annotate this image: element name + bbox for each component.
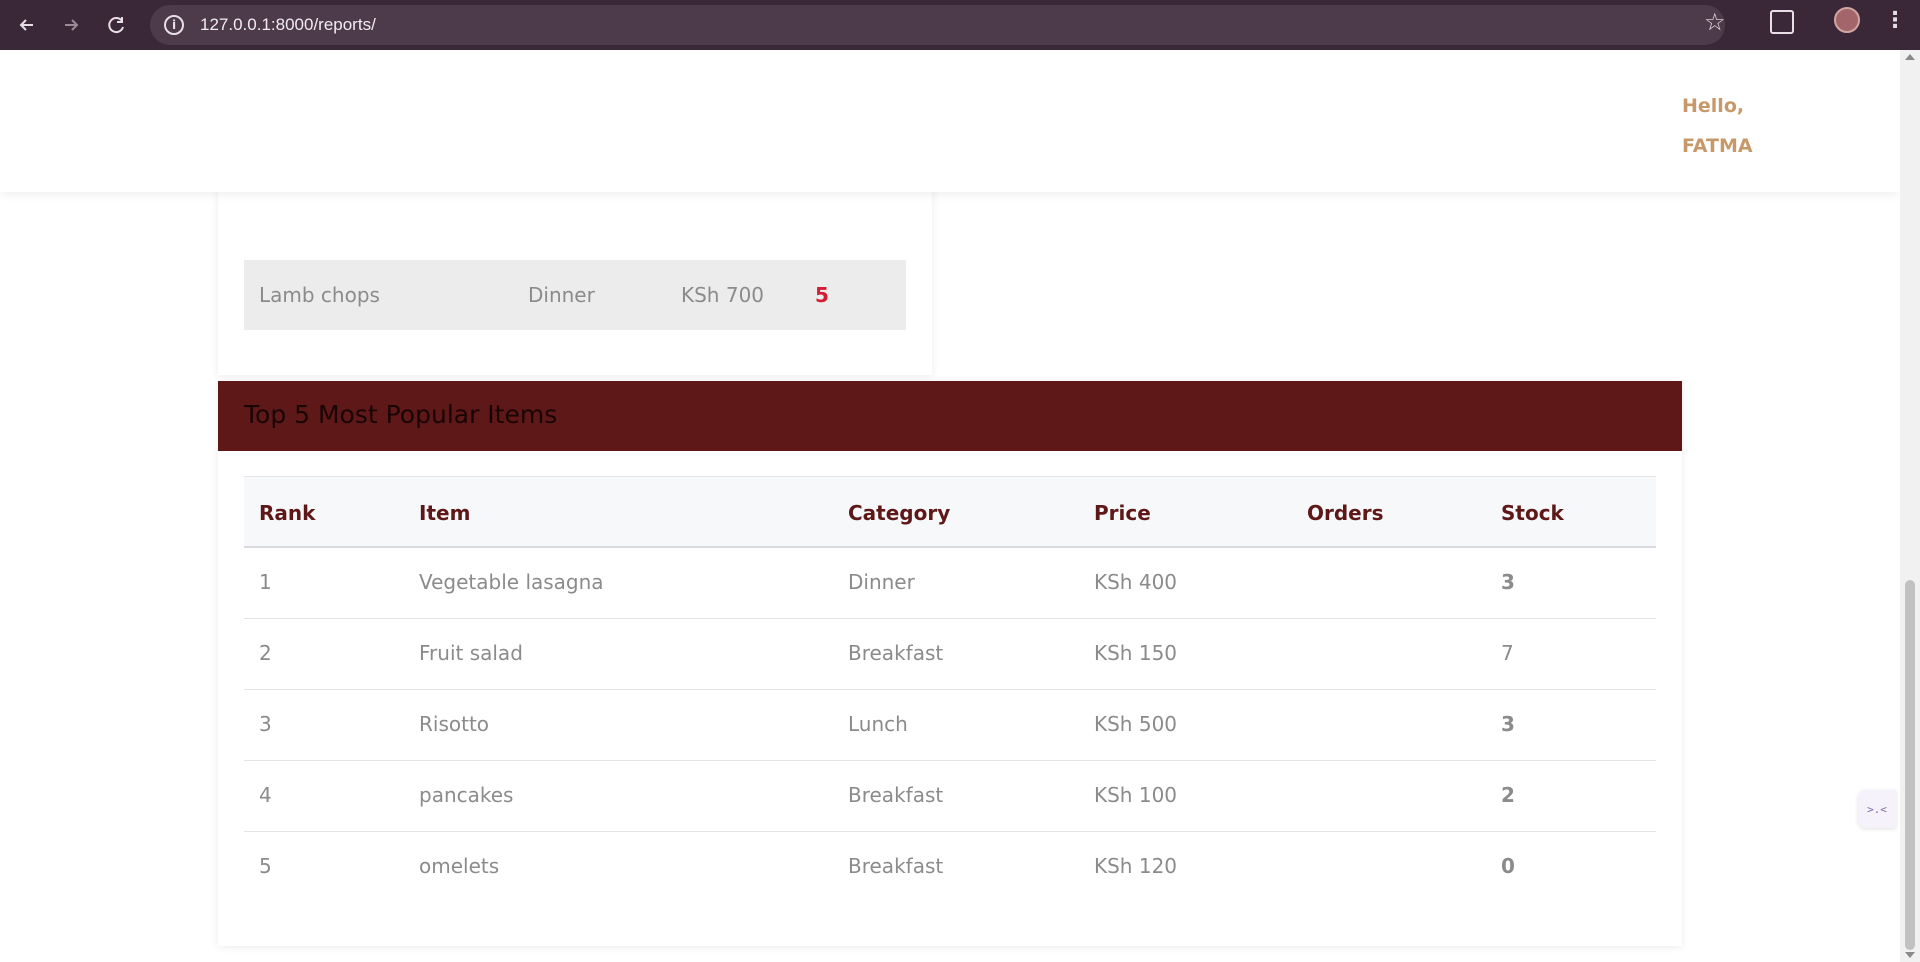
column-header-orders[interactable]: Orders [1307,501,1384,525]
cell-rank: 5 [259,854,272,878]
browser-toolbar: i 127.0.0.1:8000/reports/ ☆ ⋮ [0,0,1920,50]
page-viewport: Lamb chops Dinner KSh 700 5 Top 5 Most P… [0,50,1900,962]
item-price: KSh 700 [681,283,765,307]
item-stock: 5 [815,283,829,307]
cell-stock: 0 [1501,854,1515,878]
table-row: Lamb chops Dinner KSh 700 5 [244,260,906,330]
card-title: Top 5 Most Popular Items [244,400,558,429]
column-header-rank[interactable]: Rank [259,501,315,525]
arrow-right-icon [65,19,79,31]
cell-category: Breakfast [848,854,944,878]
top-header: Hello, FATMA [0,50,1900,192]
cell-item: omelets [419,854,500,878]
column-header-price[interactable]: Price [1094,501,1151,525]
url-text[interactable]: 127.0.0.1:8000/reports/ [200,15,376,35]
cell-price: KSh 120 [1094,854,1178,878]
cell-item: Risotto [419,712,490,736]
cell-item: Fruit salad [419,641,523,665]
column-header-category[interactable]: Category [848,501,950,525]
cell-category: Dinner [848,570,915,594]
card-header: Top 5 Most Popular Items [218,381,1682,451]
cell-price: KSh 500 [1094,712,1178,736]
forward-button[interactable] [56,10,86,40]
back-button[interactable] [12,10,42,40]
table-row: 3 Risotto Lunch KSh 500 3 [244,690,1656,761]
cell-rank: 2 [259,641,272,665]
cell-price: KSh 400 [1094,570,1178,594]
bookmark-star-icon[interactable]: ☆ [1704,8,1726,36]
cell-category: Lunch [848,712,908,736]
table-row: 1 Vegetable lasagna Dinner KSh 400 3 [244,548,1656,619]
extensions-icon[interactable] [1770,10,1794,34]
scroll-up-icon[interactable] [1905,54,1915,60]
table-row: 4 pancakes Breakfast KSh 100 2 [244,761,1656,832]
reload-button[interactable] [102,10,132,40]
greeting-username: FATMA [1682,135,1753,157]
address-bar[interactable]: i 127.0.0.1:8000/reports/ [150,5,1725,45]
cell-stock: 3 [1501,570,1515,594]
table-body: 1 Vegetable lasagna Dinner KSh 400 3 2 Fruit s… [244,548,1656,903]
column-header-stock[interactable]: Stock [1501,501,1564,525]
cell-rank: 3 [259,712,272,736]
cell-item: Vegetable lasagna [419,570,604,594]
table-row: 2 Fruit salad Breakfast KSh 150 7 [244,619,1656,690]
item-category: Dinner [528,283,595,307]
scrollbar-thumb[interactable] [1905,580,1915,950]
cell-rank: 4 [259,783,272,807]
scroll-down-icon[interactable] [1905,952,1915,958]
cell-item: pancakes [419,783,514,807]
info-icon[interactable]: i [164,15,184,35]
cell-stock: 3 [1501,712,1515,736]
cell-category: Breakfast [848,641,944,665]
table-header: Rank Item Category Price Orders Stock [244,476,1656,548]
item-name: Lamb chops [259,283,380,307]
page-scrollbar[interactable] [1900,50,1920,962]
profile-avatar[interactable] [1834,7,1860,33]
user-greeting[interactable]: Hello, FATMA [1682,86,1802,166]
browser-menu-icon[interactable]: ⋮ [1884,8,1906,33]
popular-items-card: Top 5 Most Popular Items Rank Item Categ… [218,381,1682,946]
table-row: 5 omelets Breakfast KSh 120 0 [244,832,1656,903]
cell-stock: 7 [1501,641,1514,665]
cell-price: KSh 100 [1094,783,1178,807]
greeting-hello: Hello, [1682,95,1745,117]
floating-widget-button[interactable]: >.< [1858,790,1896,828]
cell-rank: 1 [259,570,272,594]
cell-stock: 2 [1501,783,1515,807]
cell-category: Breakfast [848,783,944,807]
popular-items-table: Rank Item Category Price Orders Stock 1 V… [244,476,1656,903]
column-header-item[interactable]: Item [419,501,470,525]
arrow-left-icon [19,19,33,31]
reload-icon [108,17,124,34]
cell-price: KSh 150 [1094,641,1178,665]
